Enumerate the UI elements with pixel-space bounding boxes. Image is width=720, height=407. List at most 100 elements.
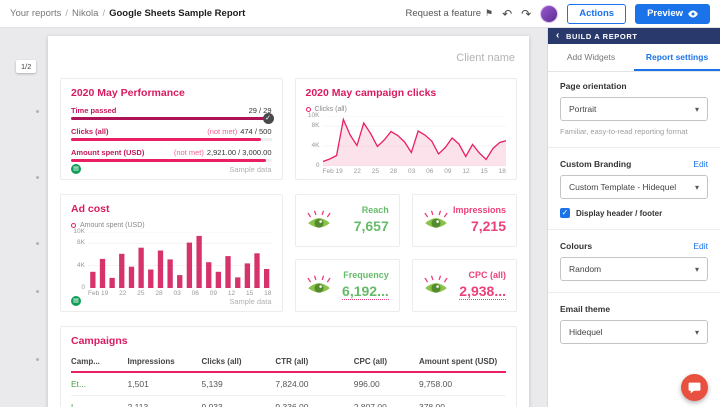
kpi-card-cpc[interactable]: CPC (all) 2,938... [412,259,517,312]
google-sheets-source-icon: ▤ [71,164,81,174]
table-cell: 996.00 [354,372,419,396]
goal-progress-fill [71,117,272,120]
table-header-cell: Camp... [71,354,128,372]
widget-campaigns-table[interactable]: Campaigns Camp...ImpressionsClicks (all)… [60,326,517,407]
chevron-down-icon: ▾ [695,328,699,337]
tab-report-settings[interactable]: Report settings [634,44,720,71]
table-cell: 2,807.00 [354,396,419,407]
widget-handle-dot [36,290,39,293]
goal-progress-bar: ✓ [71,117,272,120]
x-axis-tick-label: 15 [481,168,488,175]
table-header-cell: Impressions [128,354,202,372]
table-cell: 9,336.00 [275,396,353,407]
colours-select[interactable]: Random ▾ [560,257,708,281]
table-header-row: Camp...ImpressionsClicks (all)CTR (all)C… [71,354,506,372]
table-cell: 1,501 [128,372,202,396]
report-page: Client name 2020 May Performance Time pa… [48,36,529,407]
divider [548,147,720,148]
google-sheets-source-icon: ▤ [71,296,81,306]
eye-icon [688,10,698,18]
table-cell: 9,758.00 [419,372,506,396]
colours-edit-link[interactable]: Edit [693,241,708,251]
x-axis-tick-label: 28 [390,168,397,175]
custom-branding-label: Custom Branding [560,159,631,169]
kpi-label: Frequency [342,270,389,280]
kpi-card-impressions[interactable]: Impressions 7,215 [412,194,517,247]
y-axis-tick-label: 10K [73,228,85,235]
redo-icon[interactable]: ↷ [521,8,531,20]
kpi-card-reach[interactable]: Reach 7,657 [295,194,400,247]
request-feature-link[interactable]: Request a feature ⚑ [406,8,494,19]
preview-button-label: Preview [647,8,683,19]
preview-button[interactable]: Preview [635,4,710,24]
table-header-cell: CTR (all) [275,354,353,372]
table-row[interactable]: L...2,1139,9339,336.002,807.00378.00 [71,396,506,407]
breadcrumb-folder[interactable]: Nikola [72,8,98,19]
goal-value: (not met)2,921.00 / 3,000.00 [174,148,272,157]
goal-status: (not met) [207,127,237,136]
chevron-down-icon: ▾ [695,265,699,274]
goal-progress-bar [71,138,272,141]
kpi-value: 7,215 [471,218,506,234]
sidebar-header: ‹ BUILD A REPORT [548,28,720,44]
breadcrumb-separator: / [102,8,105,19]
goal-label: Amount spent (USD) [71,148,144,157]
chat-support-button[interactable] [681,374,708,401]
eye-icon [306,210,332,232]
topbar: Your reports / Nikola / Google Sheets Sa… [0,0,720,28]
goal-label: Clicks (all) [71,127,109,136]
x-axis-tick-label: 12 [462,168,469,175]
chevron-down-icon: ▾ [695,105,699,114]
custom-branding-edit-link[interactable]: Edit [693,159,708,169]
chevron-down-icon: ▾ [695,183,699,192]
widget-handle-dot [36,358,39,361]
custom-branding-select[interactable]: Custom Template - Hidequel ▾ [560,175,708,199]
chart-legend: Amount spent (USD) [71,222,272,229]
y-axis-tick-label: 8K [312,122,320,129]
display-header-footer-label: Display header / footer [576,209,662,218]
chat-bubble-icon [688,382,701,394]
display-header-footer-checkbox[interactable]: ✓ [560,208,570,218]
kpi-grid: Reach 7,657 [295,194,518,312]
widget-ad-cost-chart[interactable]: Ad cost Amount spent (USD) 10K8K4K0 Feb … [60,194,283,312]
x-axis-tick-label: 09 [444,168,451,175]
widget-title: 2020 May Performance [71,87,272,99]
goal-status: (not met) [174,148,204,157]
x-axis-tick-label: 03 [408,168,415,175]
eye-icon [423,275,449,297]
table-header-cell: Clicks (all) [201,354,275,372]
breadcrumb-report-title: Google Sheets Sample Report [109,8,245,19]
kpi-value: 6,192... [342,283,389,300]
widget-campaign-clicks-chart[interactable]: 2020 May campaign clicks Clicks (all) 10… [295,78,518,180]
y-axis-tick-label: 10K [308,112,320,119]
x-axis-tick-label: 18 [499,168,506,175]
widget-handle-dot [36,242,39,245]
table-header-cell: CPC (all) [354,354,419,372]
goal-met-check-icon: ✓ [263,113,274,124]
email-theme-select[interactable]: Hidequel ▾ [560,320,708,344]
goal-value: (not met)474 / 500 [207,127,271,136]
y-axis-tick-label: 0 [81,284,85,291]
table-cell: 378.00 [419,396,506,407]
kpi-card-frequency[interactable]: Frequency 6,192... [295,259,400,312]
page-orientation-select[interactable]: Portrait ▾ [560,97,708,121]
client-name-placeholder[interactable]: Client name [60,52,515,66]
user-avatar[interactable] [540,5,558,23]
page-orientation-label: Page orientation [560,81,708,91]
collapse-panel-icon[interactable]: ‹ [556,31,560,41]
campaigns-table: Camp...ImpressionsClicks (all)CTR (all)C… [71,354,506,407]
tab-add-widgets[interactable]: Add Widgets [548,44,634,71]
page-orientation-value: Portrait [569,104,596,114]
line-chart-y-axis: 10K8K4K0 [306,116,323,166]
breadcrumb-your-reports[interactable]: Your reports [10,8,61,19]
actions-button[interactable]: Actions [567,4,626,24]
undo-icon[interactable]: ↶ [502,8,512,20]
divider [548,229,720,230]
table-row[interactable]: Et...1,5015,1397,824.00996.009,758.00 [71,372,506,396]
sidebar-tabs: Add Widgets Report settings [548,44,720,72]
widget-performance-goals[interactable]: 2020 May Performance Time passed 29 / 29… [60,78,283,180]
page-indicator: 1/2 [16,60,36,73]
table-cell: 9,933 [201,396,275,407]
x-axis-tick-label: 22 [354,168,361,175]
goal-progress-fill [71,138,261,141]
